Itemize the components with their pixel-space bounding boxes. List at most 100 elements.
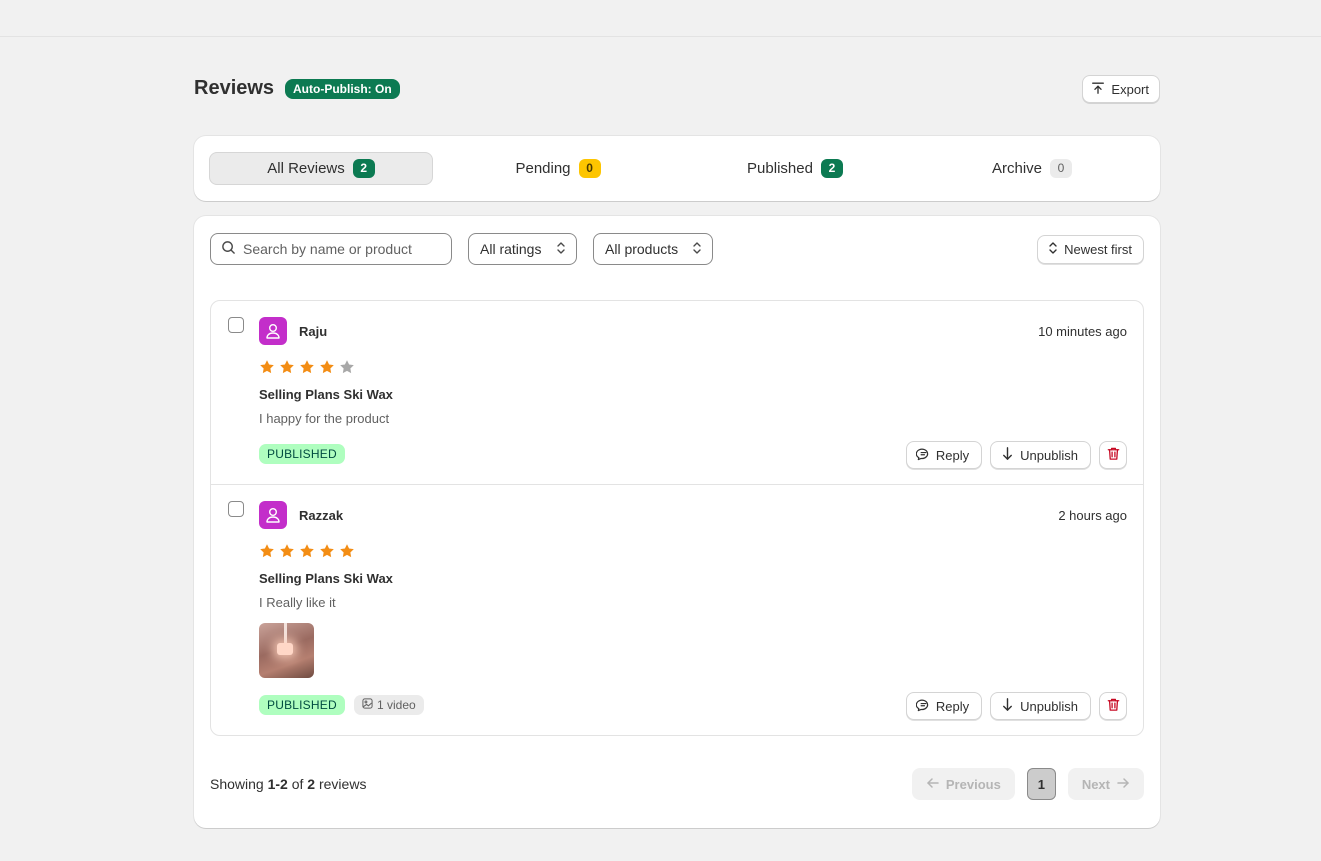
trash-icon (1106, 697, 1121, 715)
top-bar (0, 0, 1321, 37)
media-count-label: 1 video (377, 698, 416, 712)
avatar (259, 501, 287, 529)
reply-label: Reply (935, 698, 970, 714)
review-actions: Reply Unpublish (905, 692, 1127, 720)
tab-pending[interactable]: Pending 0 (446, 152, 670, 185)
tab-label: Published (747, 160, 813, 177)
unpublish-button[interactable]: Unpublish (990, 692, 1091, 720)
reviewer-name: Raju (299, 324, 328, 339)
tab-label: All Reviews (267, 160, 345, 177)
ratings-select[interactable]: All ratings (468, 233, 577, 265)
avatar (259, 317, 287, 345)
star-empty-icon (340, 360, 354, 374)
star-filled-icon (300, 544, 314, 558)
search-icon (221, 240, 236, 258)
user-icon (268, 324, 277, 332)
product-name: Selling Plans Ski Wax (259, 387, 393, 402)
star-filled-icon (320, 360, 334, 374)
tab-count-badge: 0 (578, 159, 601, 178)
tab-label: Pending (515, 160, 571, 177)
summary-total: 2 (307, 776, 316, 792)
trash-icon (1106, 446, 1121, 464)
delete-button[interactable] (1099, 441, 1127, 469)
ratings-select-label: All ratings (480, 241, 542, 257)
review-time: 2 hours ago (1058, 508, 1127, 523)
sort-button[interactable]: Newest first (1037, 235, 1144, 264)
tab-count-badge: 0 (1050, 159, 1073, 178)
product-name: Selling Plans Ski Wax (259, 571, 393, 586)
tab-archive[interactable]: Archive 0 (920, 152, 1144, 185)
review-list: Raju 10 minutes ago Selling Plans Ski Wa… (210, 300, 1144, 736)
tab-count-badge: 2 (820, 159, 843, 178)
products-select-label: All products (605, 241, 679, 257)
pagination: Previous 1 Next (911, 768, 1144, 800)
reviewer-name: Razzak (299, 508, 344, 523)
previous-page-button[interactable]: Previous (911, 768, 1015, 800)
star-filled-icon (320, 544, 334, 558)
unpublish-button[interactable]: Unpublish (990, 441, 1091, 469)
reply-button[interactable]: Reply (905, 692, 983, 720)
image-icon (362, 695, 373, 715)
delete-button[interactable] (1099, 692, 1127, 720)
arrow-down-icon (1000, 697, 1015, 715)
review-media-thumbnail[interactable] (259, 623, 314, 678)
page-header: Reviews Auto-Publish: On Export (194, 74, 1160, 104)
arrow-down-icon (1000, 446, 1015, 464)
summary-suffix: reviews (318, 776, 367, 792)
star-filled-icon (260, 544, 274, 558)
summary-of: of (291, 776, 304, 792)
review-checkbox[interactable] (228, 501, 244, 517)
review-checkbox[interactable] (228, 317, 244, 333)
next-label: Next (1081, 776, 1110, 792)
user-icon (268, 508, 277, 516)
star-filled-icon (280, 360, 294, 374)
chat-bubble-icon (915, 446, 931, 464)
auto-publish-badge: Auto-Publish: On (285, 79, 400, 99)
summary-range: 1-2 (267, 776, 288, 792)
page-title: Reviews (194, 77, 275, 99)
search-field[interactable] (210, 233, 452, 265)
arrow-left-icon (926, 776, 940, 793)
unpublish-label: Unpublish (1020, 698, 1078, 714)
products-select[interactable]: All products (593, 233, 713, 265)
review-item: Raju 10 minutes ago Selling Plans Ski Wa… (211, 301, 1143, 485)
star-filled-icon (260, 360, 274, 374)
star-rating (259, 359, 355, 375)
chat-bubble-icon (915, 697, 931, 715)
export-button[interactable]: Export (1082, 75, 1160, 103)
select-chevron-icon (556, 241, 566, 258)
summary-prefix: Showing (210, 776, 264, 792)
star-rating (259, 543, 355, 559)
star-filled-icon (280, 544, 294, 558)
tab-count-badge: 2 (352, 159, 375, 178)
status-badge: PUBLISHED (259, 444, 345, 464)
review-text: I happy for the product (259, 411, 390, 426)
export-label: Export (1111, 81, 1149, 97)
sort-label: Newest first (1064, 242, 1132, 257)
next-page-button[interactable]: Next (1067, 768, 1144, 800)
star-filled-icon (340, 544, 354, 558)
reply-button[interactable]: Reply (905, 441, 983, 469)
results-summary: Showing 1-2 of 2 reviews (210, 776, 366, 792)
tab-label: Archive (991, 160, 1043, 177)
tabs-card: All Reviews 2 Pending 0 Published 2 Arch… (194, 136, 1160, 201)
tab-all-reviews[interactable]: All Reviews 2 (209, 152, 433, 185)
export-icon (1091, 81, 1105, 98)
previous-label: Previous (945, 776, 1001, 792)
select-chevron-icon (692, 241, 702, 258)
arrow-right-icon (1116, 776, 1130, 793)
review-item: Razzak 2 hours ago Selling Plans Ski Wax… (211, 485, 1143, 735)
reviews-card: All ratings All products Newest first (194, 216, 1160, 828)
unpublish-label: Unpublish (1020, 447, 1078, 463)
review-actions: Reply Unpublish (905, 441, 1127, 469)
review-time: 10 minutes ago (1038, 324, 1127, 339)
review-text: I Really like it (259, 595, 336, 610)
tab-published[interactable]: Published 2 (683, 152, 907, 185)
reply-label: Reply (935, 447, 970, 463)
sort-icon (1048, 241, 1058, 258)
search-input[interactable] (243, 241, 443, 257)
star-filled-icon (300, 360, 314, 374)
status-badge: PUBLISHED (259, 695, 345, 715)
media-count-badge: 1 video (354, 695, 424, 715)
current-page-number[interactable]: 1 (1026, 768, 1056, 800)
